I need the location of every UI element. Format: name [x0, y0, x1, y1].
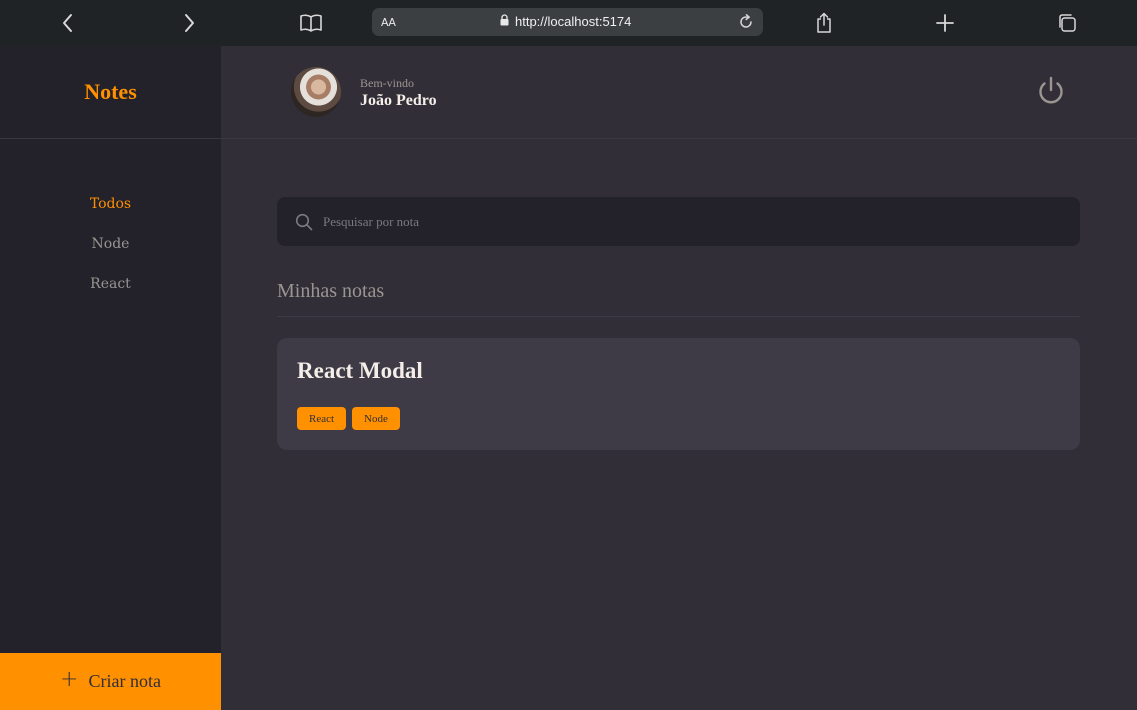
tabs-overview-icon[interactable] [1053, 9, 1081, 37]
search-input[interactable] [323, 197, 1063, 246]
browser-toolbar: AA http://localhost:5174 [0, 0, 1137, 46]
brand: Notes [0, 46, 221, 139]
sidebar-item-todos[interactable]: Todos [0, 196, 221, 236]
sidebar: Notes Todos Node React + Criar nota [0, 46, 221, 710]
note-tags: React Node [297, 407, 400, 430]
user-name: João Pedro [360, 92, 437, 109]
create-note-label: Criar nota [88, 671, 161, 691]
section-title: Minhas notas [277, 280, 1080, 317]
brand-title[interactable]: Notes [84, 79, 137, 105]
new-tab-icon[interactable] [931, 9, 959, 37]
forward-icon[interactable] [175, 9, 203, 37]
reload-icon[interactable] [735, 11, 757, 33]
power-icon[interactable] [1035, 75, 1067, 107]
reader-mode-button[interactable]: AA [381, 16, 396, 29]
note-tag: React [297, 407, 347, 430]
back-icon[interactable] [54, 9, 82, 37]
lock-icon [500, 14, 509, 29]
avatar[interactable] [291, 67, 341, 117]
note-card[interactable]: React Modal React Node [277, 338, 1080, 450]
plus-icon: + [60, 667, 79, 692]
header: Bem-vindo João Pedro [221, 46, 1137, 139]
sidebar-item-node[interactable]: Node [0, 236, 221, 276]
tag-filter-list: Todos Node React [0, 196, 221, 316]
bookmarks-icon[interactable] [297, 9, 325, 37]
sidebar-item-react[interactable]: React [0, 276, 221, 316]
search-bar [277, 197, 1080, 246]
create-note-button[interactable]: + Criar nota [0, 653, 221, 710]
note-title: React Modal [297, 358, 423, 383]
search-icon [295, 213, 313, 231]
greeting: Bem-vindo [360, 76, 414, 90]
share-icon[interactable] [810, 9, 838, 37]
url-text: http://localhost:5174 [515, 14, 632, 29]
note-tag: Node [352, 407, 400, 430]
user-profile[interactable]: Bem-vindo João Pedro [360, 76, 437, 110]
address-bar[interactable]: AA http://localhost:5174 [372, 8, 763, 36]
